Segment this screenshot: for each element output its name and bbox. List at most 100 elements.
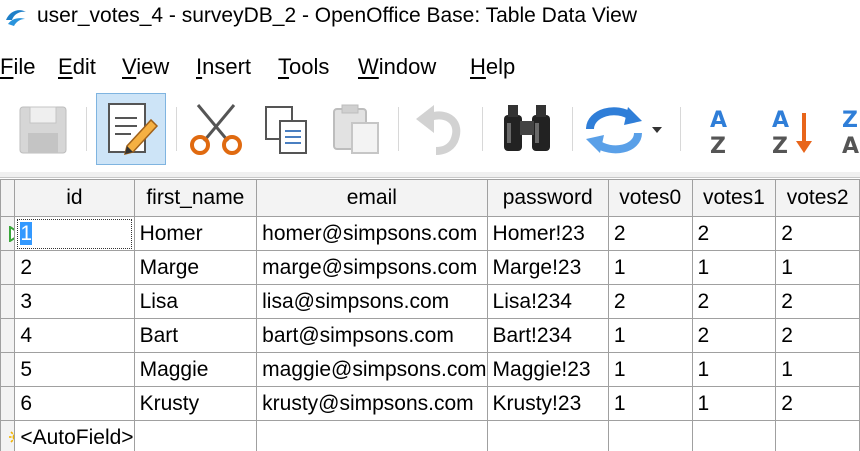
cell-first-name[interactable]: Bart [133, 318, 258, 353]
cell-votes2[interactable]: 2 [775, 216, 860, 251]
cell-votes1[interactable]: 1 [691, 386, 777, 421]
sort-button[interactable]: Z A [836, 93, 860, 165]
cell-password[interactable]: Homer!23 [486, 216, 609, 251]
menu-window-label: indow [378, 54, 437, 79]
cell-votes1[interactable]: 2 [691, 318, 777, 353]
row-header[interactable] [0, 318, 16, 353]
cell-password[interactable]: Krusty!23 [486, 386, 609, 421]
row-header[interactable] [0, 386, 16, 421]
table-row[interactable]: 4 Bart bart@simpsons.com Bart!234 1 2 2 [0, 318, 860, 353]
cell-votes2[interactable] [775, 420, 860, 451]
edit-data-button[interactable] [96, 93, 166, 165]
svg-text:Z: Z [710, 134, 726, 159]
column-header-votes0[interactable]: votes0 [607, 179, 693, 217]
cell-email[interactable]: homer@simpsons.com [256, 216, 488, 251]
cell-votes2[interactable]: 2 [775, 318, 860, 353]
table-row[interactable]: 3 Lisa lisa@simpsons.com Lisa!234 2 2 2 [0, 284, 860, 319]
column-header-id[interactable]: id [14, 179, 135, 217]
cell-votes2[interactable]: 2 [775, 386, 860, 421]
cell-password[interactable]: Marge!23 [486, 250, 609, 285]
undo-button[interactable] [408, 93, 470, 165]
cell-votes0[interactable]: 2 [607, 284, 693, 319]
column-header-first-name[interactable]: first_name [133, 179, 258, 217]
row-header[interactable] [0, 352, 16, 387]
column-header-email[interactable]: email [256, 179, 488, 217]
cell-id[interactable]: 6 [14, 386, 135, 421]
sort-ascending-button[interactable]: A Z [698, 93, 744, 165]
new-record-row[interactable]: <AutoField> [0, 420, 860, 451]
cell-id[interactable]: 5 [14, 352, 135, 387]
row-header[interactable] [0, 420, 16, 451]
cell-id[interactable]: 3 [14, 284, 135, 319]
cell-votes0[interactable] [607, 420, 693, 451]
cell-first-name[interactable]: Maggie [133, 352, 258, 387]
cell-votes1[interactable]: 1 [691, 352, 777, 387]
cell-first-name[interactable]: Homer [133, 216, 258, 251]
menu-insert[interactable]: Insert [196, 52, 251, 82]
row-header[interactable] [0, 216, 16, 251]
cell-first-name[interactable]: Marge [133, 250, 258, 285]
cell-votes1[interactable]: 2 [691, 284, 777, 319]
menu-tools[interactable]: Tools [278, 52, 329, 82]
cell-votes0[interactable]: 1 [607, 250, 693, 285]
cut-button[interactable] [184, 93, 248, 165]
cell-votes0[interactable]: 2 [607, 216, 693, 251]
copy-button[interactable] [258, 93, 316, 165]
cell-email[interactable]: bart@simpsons.com [256, 318, 488, 353]
cell-votes1[interactable] [691, 420, 777, 451]
cell-email[interactable]: lisa@simpsons.com [256, 284, 488, 319]
cell-id[interactable]: 1 [14, 216, 135, 251]
cell-id[interactable]: 2 [14, 250, 135, 285]
cell-email[interactable] [256, 420, 488, 451]
cell-votes0[interactable]: 1 [607, 352, 693, 387]
edit-document-icon [108, 103, 159, 156]
cell-id[interactable]: 4 [14, 318, 135, 353]
cell-password[interactable]: Bart!234 [486, 318, 609, 353]
menu-edit[interactable]: Edit [58, 52, 96, 82]
table-row[interactable]: 6 Krusty krusty@simpsons.com Krusty!23 1… [0, 386, 860, 421]
column-header-votes1[interactable]: votes1 [691, 179, 777, 217]
menu-file-label: ile [13, 54, 36, 79]
cell-first-name[interactable]: Lisa [133, 284, 258, 319]
cell-password[interactable]: Maggie!23 [486, 352, 609, 387]
save-button[interactable] [14, 93, 76, 165]
corner-header[interactable] [0, 179, 16, 217]
cell-password[interactable]: Lisa!234 [486, 284, 609, 319]
menu-file[interactable]: File [0, 52, 35, 82]
cell-email[interactable]: marge@simpsons.com [256, 250, 488, 285]
find-record-button[interactable] [494, 93, 560, 165]
sort-descending-button[interactable]: A Z [764, 93, 822, 165]
cell-votes0[interactable]: 1 [607, 318, 693, 353]
column-header-password[interactable]: password [486, 179, 609, 217]
menu-edit-accel: E [58, 54, 73, 79]
menu-view[interactable]: View [122, 52, 169, 82]
refresh-icon [586, 107, 662, 154]
menu-help[interactable]: Help [470, 52, 515, 82]
cell-votes1[interactable]: 1 [691, 250, 777, 285]
cell-first-name[interactable]: Krusty [133, 386, 258, 421]
table-row[interactable]: 1 Homer homer@simpsons.com Homer!23 2 2 … [0, 216, 860, 251]
paste-button[interactable] [326, 93, 388, 165]
cell-id-value: 1 [20, 221, 33, 245]
cell-votes0[interactable]: 1 [607, 386, 693, 421]
row-header[interactable] [0, 250, 16, 285]
menu-tools-accel: T [278, 54, 289, 79]
cell-password[interactable] [486, 420, 609, 451]
cell-votes1[interactable]: 2 [691, 216, 777, 251]
table-row[interactable]: 2 Marge marge@simpsons.com Marge!23 1 1 … [0, 250, 860, 285]
cell-email[interactable]: krusty@simpsons.com [256, 386, 488, 421]
svg-text:Z: Z [842, 108, 858, 133]
cell-votes2[interactable]: 2 [775, 284, 860, 319]
refresh-button[interactable] [582, 93, 668, 165]
cell-votes2[interactable]: 1 [775, 250, 860, 285]
cell-email[interactable]: maggie@simpsons.com [256, 352, 488, 387]
scissors-icon [190, 104, 242, 155]
row-header[interactable] [0, 284, 16, 319]
menu-window[interactable]: Window [358, 52, 436, 82]
table-row[interactable]: 5 Maggie maggie@simpsons.com Maggie!23 1… [0, 352, 860, 387]
menu-help-label: elp [485, 54, 516, 79]
column-header-votes2[interactable]: votes2 [775, 179, 860, 217]
cell-first-name[interactable] [133, 420, 258, 451]
cell-id-autofield[interactable]: <AutoField> [14, 420, 135, 451]
cell-votes2[interactable]: 1 [775, 352, 860, 387]
